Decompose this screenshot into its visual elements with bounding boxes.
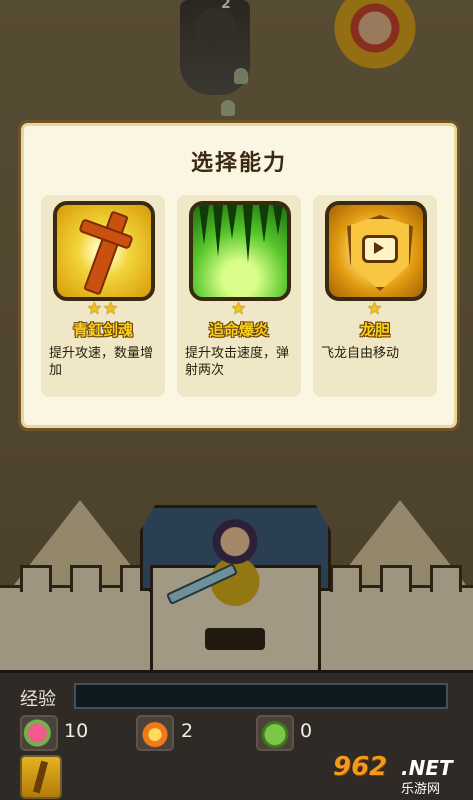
exp-progress-bar: [74, 683, 448, 709]
fire-count: 2: [181, 720, 194, 742]
fire-icon: [136, 715, 174, 751]
exp-label: 经验: [20, 689, 56, 710]
golden-sword-icon: [53, 201, 155, 301]
tank-count: 0: [300, 720, 313, 742]
modal-title: 选择能力: [190, 151, 287, 176]
site-watermark: 962 .NET 乐游网: [329, 752, 469, 797]
bottom-hud: 经验 10 2 0 962 .NET 乐游网: [0, 670, 473, 800]
ability-card-2[interactable]: ★ 追命爆炎 提升攻击速度，弹射两次: [177, 195, 301, 397]
ability-description: 提升攻速，数量增加: [49, 346, 154, 378]
ability-select-modal: 选择能力 ★★ 青釭剑魂 提升攻速，数量增加 ★ 追命爆炎 提升攻击速度，弹射两…: [18, 120, 460, 431]
ability-description: 提升攻击速度，弹射两次: [185, 346, 290, 378]
tank-icon: [256, 715, 294, 751]
star-rating: ★★: [86, 299, 120, 319]
play-video-icon: [362, 235, 398, 263]
ability-description: 飞龙自由移动: [321, 346, 400, 361]
ability-name: 追命爆炎: [208, 321, 269, 339]
ability-name: 龙胆: [359, 321, 390, 339]
star-rating: ★: [230, 299, 248, 319]
green-burst-icon: [189, 201, 291, 301]
ability-name: 青釭剑魂: [72, 321, 133, 339]
watermark-number: 962: [333, 752, 388, 782]
video-shield-icon: [325, 201, 427, 301]
sword-item-icon[interactable]: [20, 755, 62, 799]
watermark-suffix: .NET: [401, 756, 453, 780]
ability-card-1[interactable]: ★★ 青釭剑魂 提升攻速，数量增加: [41, 195, 165, 397]
star-rating: ★: [366, 299, 384, 319]
flower-count: 10: [64, 720, 89, 742]
flower-icon: [20, 715, 58, 751]
ability-card-3[interactable]: ★ 龙胆 飞龙自由移动: [313, 195, 437, 397]
watermark-site: 乐游网: [401, 782, 441, 797]
